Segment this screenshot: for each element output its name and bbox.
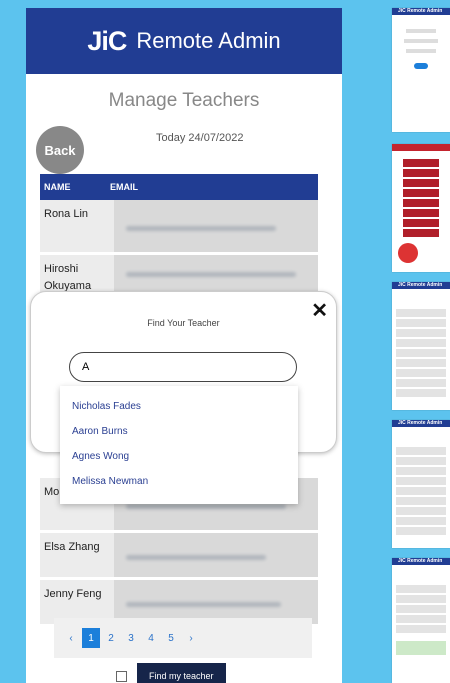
header-title: Remote Admin	[136, 28, 281, 53]
jic-logo: JiC	[87, 25, 127, 56]
suggestion-item[interactable]: Melissa Newman	[60, 469, 298, 494]
page-button-1[interactable]: 1	[82, 628, 100, 648]
app-header: JiC Remote Admin	[26, 8, 342, 74]
teacher-email-blurred	[114, 200, 318, 252]
teacher-name: Rona Lin	[40, 200, 114, 252]
table-header: NAME EMAIL	[40, 174, 318, 200]
page-button-4[interactable]: 4	[142, 628, 160, 648]
back-button[interactable]: Back	[36, 126, 84, 174]
page-button-3[interactable]: 3	[122, 628, 140, 648]
suggestion-item[interactable]: Aaron Burns	[60, 419, 298, 444]
thumbnail-screen-2[interactable]	[392, 144, 450, 272]
teacher-name: Elsa Zhang	[40, 533, 114, 577]
column-email-header: EMAIL	[110, 182, 138, 192]
find-my-teacher-button[interactable]: Find my teacher	[137, 663, 226, 683]
bottom-actions: Find my teacher	[116, 663, 226, 683]
teacher-email-blurred	[114, 533, 318, 577]
modal-title: Find Your Teacher	[147, 318, 220, 328]
table-row[interactable]: Elsa Zhang	[40, 533, 318, 580]
pagination: ‹ 1 2 3 4 5 ›	[54, 618, 312, 658]
page-title: Manage Teachers	[108, 90, 260, 111]
checkbox[interactable]	[116, 670, 127, 682]
suggestion-dropdown: Nicholas Fades Aaron Burns Agnes Wong Me…	[60, 386, 298, 504]
thumbnail-screen-5[interactable]: JiC Remote Admin	[392, 558, 450, 683]
prev-page-button[interactable]: ‹	[62, 628, 80, 648]
next-page-button[interactable]: ›	[182, 628, 200, 648]
thumbnail-screen-4[interactable]: JiC Remote Admin	[392, 420, 450, 548]
thumbnail-screen-3[interactable]: JiC Remote Admin	[392, 282, 450, 410]
table-row[interactable]: Rona Lin	[40, 200, 318, 255]
date-label: Today 24/07/2022	[156, 132, 244, 144]
suggestion-item[interactable]: Agnes Wong	[60, 444, 298, 469]
column-name-header: NAME	[44, 182, 71, 192]
teacher-search-input[interactable]	[69, 352, 297, 382]
page-button-2[interactable]: 2	[102, 628, 120, 648]
suggestion-item[interactable]: Nicholas Fades	[60, 394, 298, 419]
page-button-5[interactable]: 5	[162, 628, 180, 648]
app-screen: JiC Remote Admin Manage Teachers Back To…	[26, 8, 342, 683]
thumbnail-screen-1[interactable]: JiC Remote Admin	[392, 8, 450, 132]
